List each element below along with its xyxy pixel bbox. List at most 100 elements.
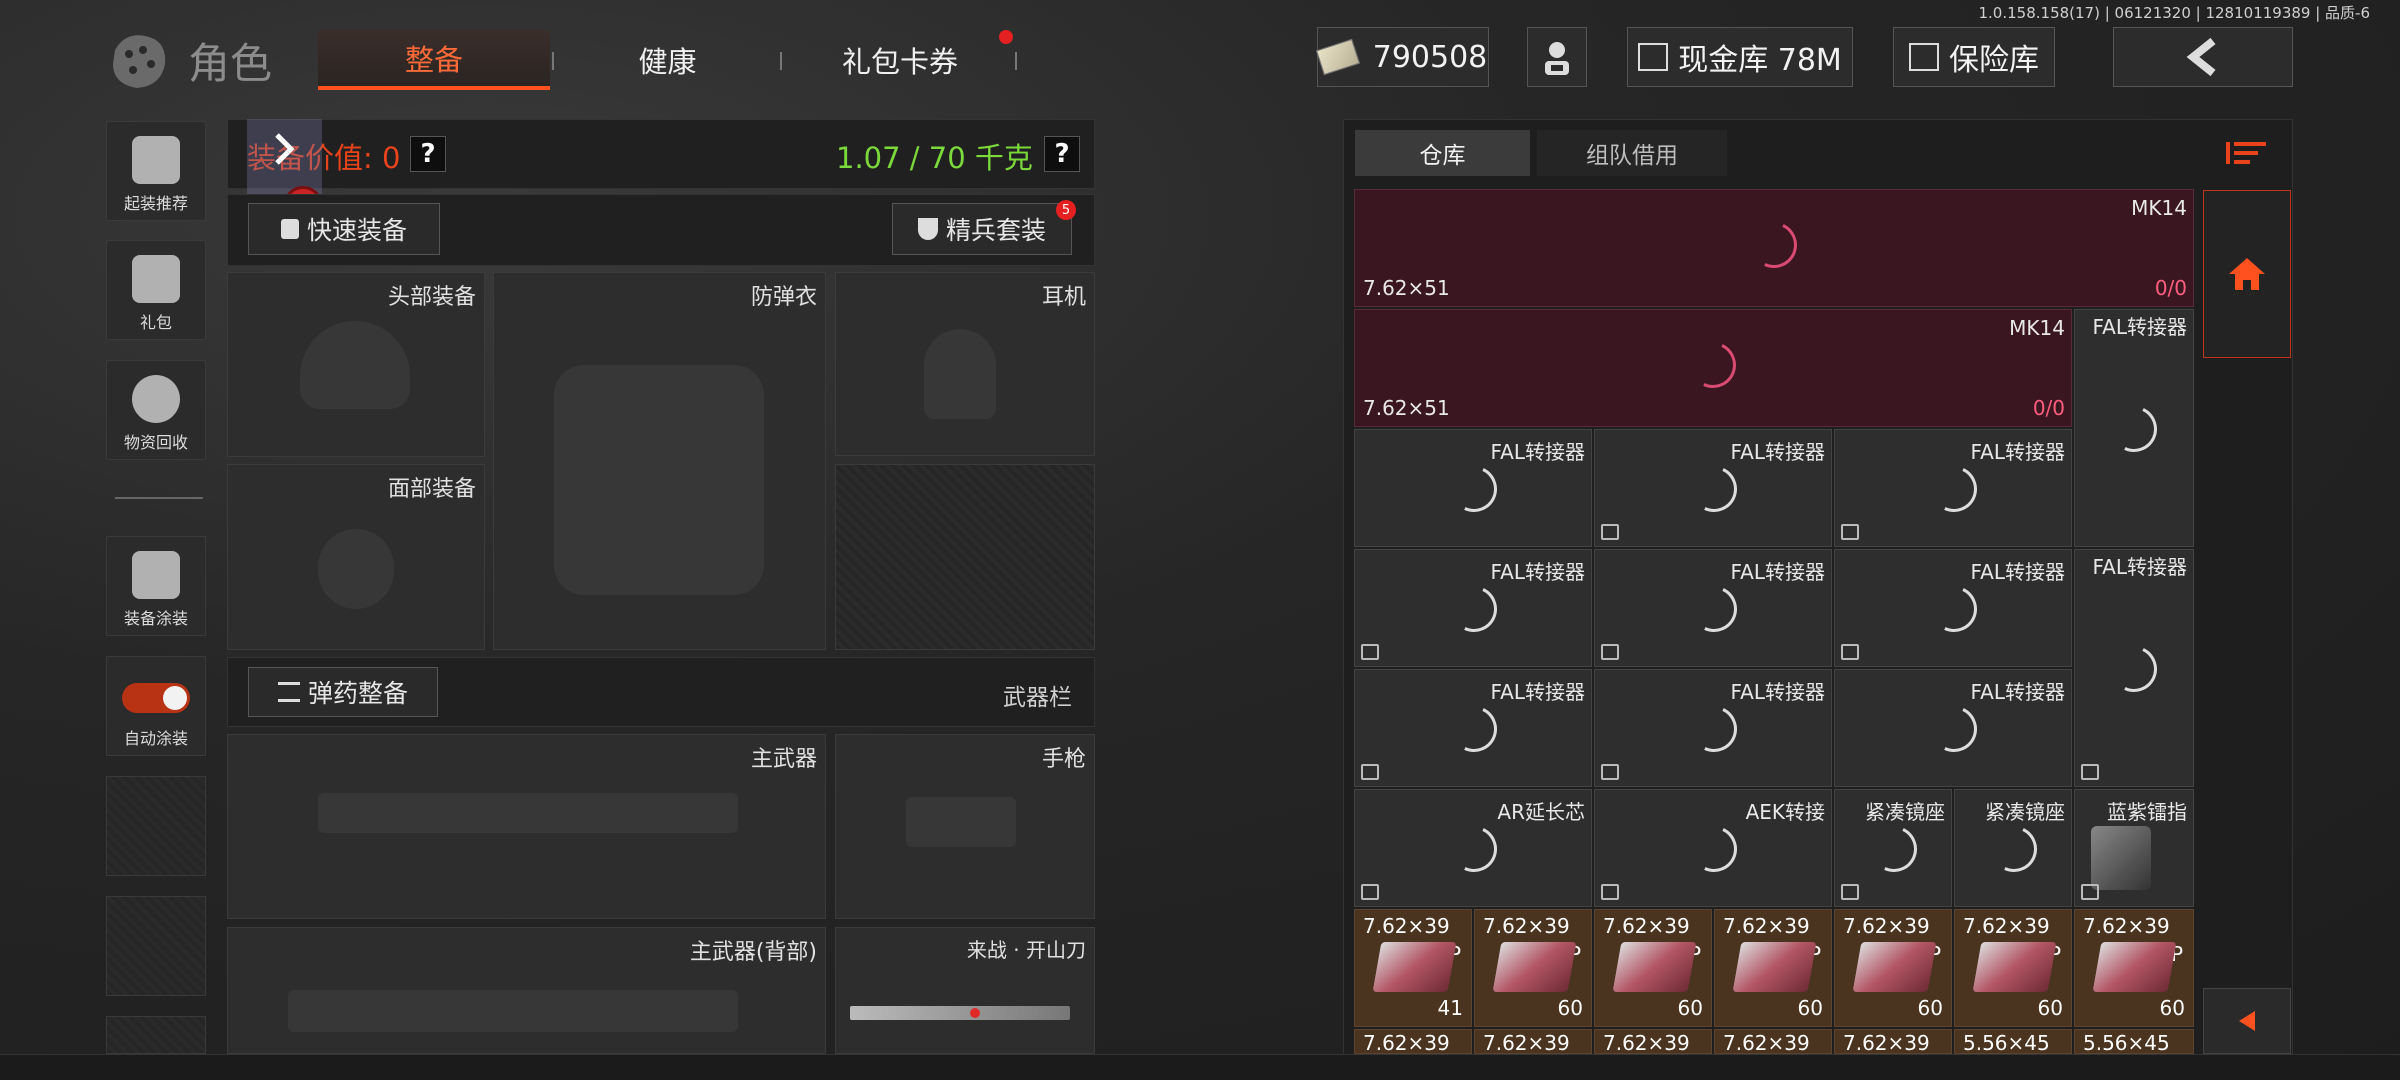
item-ammo-762x39[interactable]: 7.62×39 BP 60 bbox=[1714, 909, 1832, 1027]
elite-set-badge: 5 bbox=[1056, 200, 1076, 220]
item-ammo-762x39[interactable]: 7.62×39 BP 60 bbox=[1954, 909, 2072, 1027]
slot-headset[interactable]: 耳机 bbox=[835, 272, 1095, 456]
sidebar-item-gift[interactable]: 礼包 bbox=[106, 240, 206, 340]
safe-button[interactable]: 保险库 bbox=[1893, 27, 2055, 87]
item-ammo-556x45[interactable]: 5.56×45 bbox=[1954, 1029, 2072, 1054]
tab-equip[interactable]: 整备 bbox=[318, 30, 550, 90]
sidebar-item-auto-paint[interactable]: 自动涂装 bbox=[106, 656, 206, 756]
sidebar-item-label: 礼包 bbox=[139, 313, 172, 332]
item-compact-mount[interactable]: 紧凑镜座 bbox=[1954, 789, 2072, 907]
agent-button[interactable] bbox=[1527, 27, 1587, 87]
back-arrow-icon bbox=[2186, 37, 2216, 77]
tab-team-borrow[interactable]: 组队借用 bbox=[1537, 130, 1727, 176]
item-laser-pointer[interactable]: 蓝紫镭指 bbox=[2074, 789, 2194, 907]
item-name: MK14 bbox=[2131, 196, 2187, 220]
item-ammo-762x39[interactable]: 7.62×39 BP 41 bbox=[1354, 909, 1472, 1027]
item-fal-adapter[interactable]: FAL转接器 bbox=[1354, 669, 1592, 787]
pistol-silhouette-icon bbox=[906, 797, 1016, 847]
item-name: MK14 bbox=[2009, 316, 2065, 340]
elite-set-button[interactable]: 精兵套装 bbox=[892, 203, 1072, 255]
ammo-count: 60 bbox=[1677, 996, 1703, 1020]
slot-melee[interactable]: 来战 · 开山刀 bbox=[835, 927, 1095, 1054]
item-mk14[interactable]: MK14 7.62×51 0/0 bbox=[1354, 189, 2194, 307]
item-ammo-762x39[interactable]: 7.62×39 bbox=[1714, 1029, 1832, 1054]
recycle-icon bbox=[132, 375, 180, 423]
slot-primary-label: 主武器 bbox=[750, 747, 817, 772]
slot-pistol[interactable]: 手枪 bbox=[835, 734, 1095, 919]
item-fal-adapter[interactable]: FAL转接器 bbox=[2074, 549, 2194, 787]
box-icon bbox=[1601, 764, 1619, 780]
money-display[interactable]: 790508 bbox=[1315, 27, 1489, 87]
item-aek-adapter[interactable]: AEK转接 bbox=[1594, 789, 1832, 907]
slot-head-label: 头部装备 bbox=[387, 285, 476, 310]
rifle-silhouette-icon bbox=[318, 793, 738, 833]
item-fal-adapter[interactable]: FAL转接器 bbox=[2074, 309, 2194, 547]
character-logo-icon bbox=[105, 30, 175, 92]
slot-primary-back[interactable]: 主武器(背部) bbox=[227, 927, 826, 1054]
sidebar-item-label: 起装推荐 bbox=[123, 194, 188, 213]
item-ammo-762x39[interactable]: 7.62×39 bbox=[1354, 1029, 1472, 1054]
sort-button[interactable] bbox=[2203, 130, 2291, 176]
slot-head[interactable]: 头部装备 bbox=[227, 272, 485, 457]
item-fal-adapter[interactable]: FAL转接器 bbox=[1834, 549, 2072, 667]
sidebar-item-paint[interactable]: 装备涂装 bbox=[106, 536, 206, 636]
paint-helmet-icon bbox=[132, 551, 180, 599]
slot-face[interactable]: 面部装备 bbox=[227, 464, 485, 650]
safe-label: 保险库 bbox=[1949, 43, 2039, 78]
gift-icon bbox=[132, 255, 180, 303]
equip-value-help-button[interactable]: ? bbox=[410, 136, 446, 172]
ammo-prep-button[interactable]: 弹药整备 bbox=[248, 667, 438, 717]
collapse-left-button[interactable] bbox=[2203, 988, 2291, 1054]
ammo-icon bbox=[277, 682, 300, 702]
home-button[interactable] bbox=[2203, 190, 2291, 358]
slot-primary-weapon[interactable]: 主武器 bbox=[227, 734, 826, 919]
item-ammo-762x39[interactable]: 7.62×39 bbox=[1834, 1029, 1952, 1054]
item-ammo-762x39[interactable]: 7.62×39 bbox=[1594, 1029, 1712, 1054]
back-button[interactable] bbox=[2113, 27, 2293, 87]
item-fal-adapter[interactable]: FAL转接器 bbox=[1834, 429, 2072, 547]
item-name: FAL转接器 bbox=[1490, 560, 1586, 584]
item-ar-extension[interactable]: AR延长芯 bbox=[1354, 789, 1592, 907]
slot-headset-label: 耳机 bbox=[1041, 285, 1086, 310]
ammo-caliber: 7.62×39 bbox=[1483, 1031, 1570, 1054]
tab-warehouse[interactable]: 仓库 bbox=[1355, 130, 1530, 176]
headset-silhouette-icon bbox=[924, 329, 996, 419]
item-name: AEK转接 bbox=[1745, 800, 1825, 824]
item-fal-adapter[interactable]: FAL转接器 bbox=[1594, 549, 1832, 667]
ammo-caliber: 5.56×45 bbox=[2083, 1031, 2170, 1054]
loading-spinner-icon bbox=[1444, 579, 1504, 639]
item-fal-adapter[interactable]: FAL转接器 bbox=[1594, 669, 1832, 787]
item-compact-mount[interactable]: 紧凑镜座 bbox=[1834, 789, 1952, 907]
box-icon bbox=[1361, 644, 1379, 660]
item-fal-adapter[interactable]: FAL转接器 bbox=[1354, 549, 1592, 667]
item-ammo-762x39[interactable]: 7.62×39 bbox=[1474, 1029, 1592, 1054]
box-icon bbox=[1601, 884, 1619, 900]
auto-paint-toggle[interactable] bbox=[122, 683, 190, 713]
slot-armor-label: 防弹衣 bbox=[750, 285, 817, 310]
ammo-count: 41 bbox=[1437, 996, 1463, 1020]
loading-spinner-icon bbox=[1444, 819, 1504, 879]
tab-gift-coupons[interactable]: 礼包卡券 bbox=[785, 30, 1015, 90]
item-fal-adapter[interactable]: FAL转接器 bbox=[1354, 429, 1592, 547]
item-ammo-762x39[interactable]: 7.62×39 BP 60 bbox=[2074, 909, 2194, 1027]
item-ammo-762x39[interactable]: 7.62×39 BP 60 bbox=[1834, 909, 1952, 1027]
item-name: FAL转接器 bbox=[1970, 560, 2066, 584]
item-ammo-762x39[interactable]: 7.62×39 BP 60 bbox=[1474, 909, 1592, 1027]
item-fal-adapter[interactable]: FAL转接器 bbox=[1594, 429, 1832, 547]
cash-storage-button[interactable]: 现金库 78M bbox=[1627, 27, 1853, 87]
item-mk14[interactable]: MK14 7.62×51 0/0 bbox=[1354, 309, 2072, 427]
item-ammo-556x45[interactable]: 5.56×45 bbox=[2074, 1029, 2194, 1054]
tab-health[interactable]: 健康 bbox=[560, 30, 775, 90]
item-fal-adapter[interactable]: FAL转接器 bbox=[1834, 669, 2072, 787]
item-name: FAL转接器 bbox=[1490, 680, 1586, 704]
sidebar-item-recycle[interactable]: 物资回收 bbox=[106, 360, 206, 460]
sidebar-item-recommend[interactable]: 起装推荐 bbox=[106, 121, 206, 221]
item-ammo-762x39[interactable]: 7.62×39 BP 60 bbox=[1594, 909, 1712, 1027]
slot-armor[interactable]: 防弹衣 bbox=[493, 272, 826, 650]
item-name: FAL转接器 bbox=[1730, 440, 1826, 464]
item-name: FAL转接器 bbox=[1730, 680, 1826, 704]
weight-help-button[interactable]: ? bbox=[1044, 136, 1080, 172]
box-icon bbox=[1841, 644, 1859, 660]
box-icon bbox=[1841, 524, 1859, 540]
quick-equip-button[interactable]: 快速装备 bbox=[248, 203, 440, 255]
